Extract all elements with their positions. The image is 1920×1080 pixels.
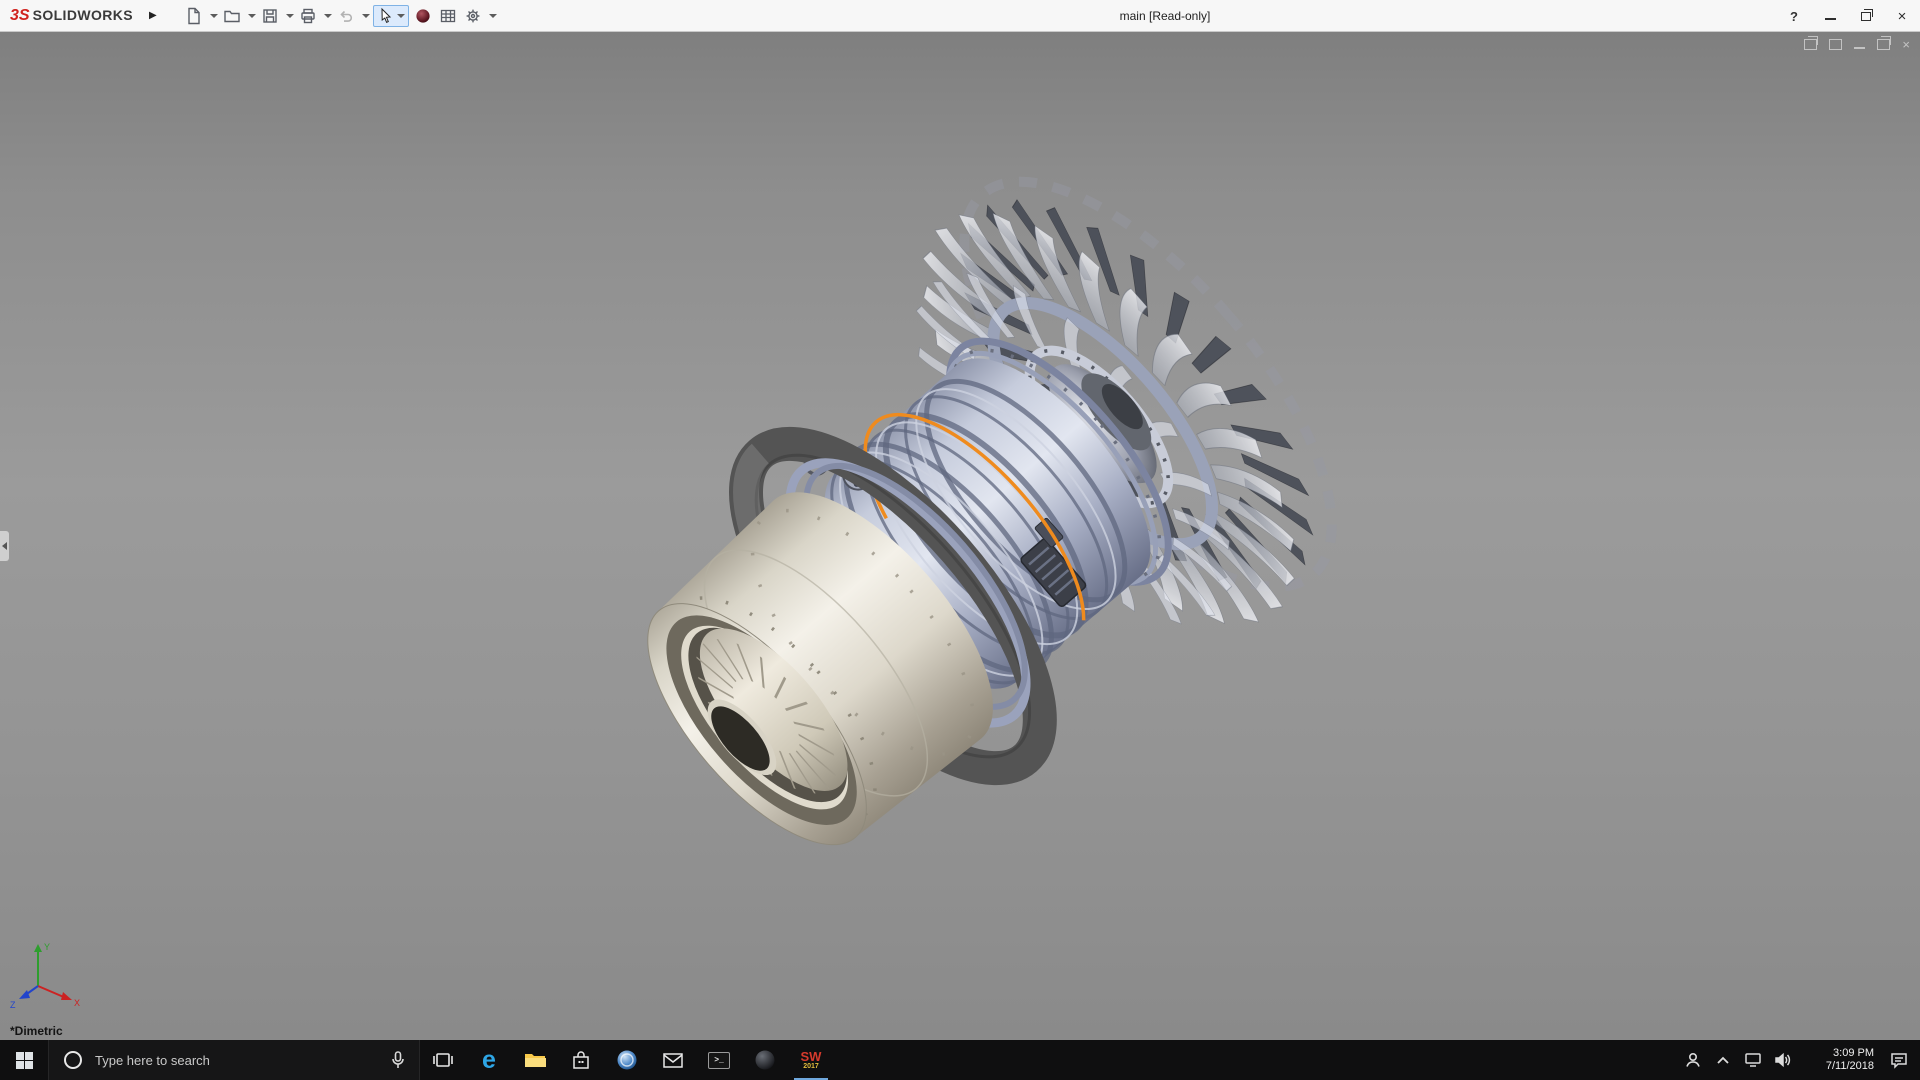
- print-button[interactable]: [297, 5, 319, 27]
- people-icon: [1684, 1051, 1702, 1069]
- minimize-button[interactable]: [1812, 0, 1848, 32]
- help-button[interactable]: ?: [1776, 0, 1812, 32]
- mail-icon: [663, 1053, 683, 1068]
- task-view-button[interactable]: [420, 1040, 466, 1080]
- network-icon: [1744, 1052, 1762, 1068]
- triad-z-label: Z: [10, 1000, 16, 1010]
- new-document-dropdown[interactable]: [210, 14, 218, 18]
- taskbar-file-explorer[interactable]: [512, 1040, 558, 1080]
- action-center-icon: [1890, 1052, 1908, 1069]
- close-button[interactable]: ×: [1884, 0, 1920, 32]
- graphics-viewport[interactable]: × Y X Z *Dimetric: [0, 32, 1920, 1040]
- taskbar-command-prompt[interactable]: >_: [696, 1040, 742, 1080]
- browser-ball-icon: [616, 1049, 638, 1071]
- volume-icon: [1774, 1052, 1792, 1068]
- taskbar-solidworks-2017[interactable]: SW 2017: [788, 1040, 834, 1080]
- action-center-button[interactable]: [1878, 1040, 1920, 1080]
- save-dropdown[interactable]: [286, 14, 294, 18]
- view-orientation-label: *Dimetric: [10, 1024, 63, 1038]
- dassault-logo-icon: 3S: [10, 7, 30, 25]
- doc-restore-icon[interactable]: [1877, 39, 1890, 50]
- select-tool-dropdown[interactable]: [397, 14, 405, 18]
- solidworks-logo: 3S SOLIDWORKS: [10, 7, 133, 25]
- volume-button[interactable]: [1768, 1040, 1798, 1080]
- document-window-controls: ×: [1804, 38, 1910, 51]
- system-tray: 3:09 PM 7/11/2018: [1678, 1040, 1920, 1080]
- undo-dropdown[interactable]: [362, 14, 370, 18]
- doc-close-icon[interactable]: ×: [1902, 38, 1910, 51]
- file-explorer-icon: [524, 1051, 546, 1069]
- new-document-button[interactable]: [183, 5, 205, 27]
- search-input[interactable]: Type here to search: [95, 1053, 379, 1068]
- windows-logo-icon: [16, 1052, 33, 1069]
- hidden-icons-button[interactable]: [1708, 1040, 1738, 1080]
- open-dropdown[interactable]: [248, 14, 256, 18]
- new-window-icon[interactable]: [1804, 39, 1817, 50]
- task-view-icon: [433, 1052, 453, 1068]
- taskbar-search[interactable]: Type here to search: [48, 1040, 420, 1080]
- store-icon: [572, 1051, 590, 1070]
- triad-x-label: X: [74, 998, 80, 1008]
- appearance-sphere-button[interactable]: [412, 5, 434, 27]
- taskbar-clock[interactable]: 3:09 PM 7/11/2018: [1798, 1040, 1878, 1080]
- clock-time: 3:09 PM: [1798, 1047, 1874, 1060]
- taskbar-mail[interactable]: [650, 1040, 696, 1080]
- chevron-up-icon: [1716, 1055, 1730, 1065]
- microphone-icon[interactable]: [391, 1051, 405, 1069]
- undo-button[interactable]: [335, 5, 357, 27]
- open-button[interactable]: [221, 5, 243, 27]
- triad-y-label: Y: [44, 942, 50, 952]
- window-controls: ? ×: [1776, 0, 1920, 32]
- start-button[interactable]: [0, 1040, 48, 1080]
- windows-taskbar: Type here to search e: [0, 1040, 1920, 1080]
- window-title: main [Read-only]: [1120, 0, 1211, 32]
- edge-icon: e: [482, 1048, 496, 1073]
- options-dropdown[interactable]: [489, 14, 497, 18]
- logo-wordmark: SOLIDWORKS: [33, 7, 133, 23]
- titlebar: 3S SOLIDWORKS ▶: [0, 0, 1920, 32]
- jet-engine-model[interactable]: [542, 122, 1396, 959]
- dark-sphere-icon: [754, 1049, 776, 1071]
- taskbar-dark-sphere-app[interactable]: [742, 1040, 788, 1080]
- restore-button[interactable]: [1848, 0, 1884, 32]
- taskbar-edge[interactable]: e: [466, 1040, 512, 1080]
- design-table-button[interactable]: [437, 5, 459, 27]
- clock-date: 7/11/2018: [1798, 1060, 1874, 1073]
- model-canvas[interactable]: [0, 32, 1920, 1040]
- taskbar-store[interactable]: [558, 1040, 604, 1080]
- cortana-icon: [63, 1050, 83, 1070]
- network-button[interactable]: [1738, 1040, 1768, 1080]
- print-dropdown[interactable]: [324, 14, 332, 18]
- options-gear-button[interactable]: [462, 5, 484, 27]
- feature-tree-collapse-tab[interactable]: [0, 530, 10, 562]
- orientation-triad: Y X Z: [6, 934, 90, 1012]
- people-button[interactable]: [1678, 1040, 1708, 1080]
- tile-window-icon[interactable]: [1829, 39, 1842, 50]
- expand-menu-arrow-icon[interactable]: ▶: [149, 10, 157, 21]
- select-tool-button[interactable]: [373, 5, 409, 27]
- command-prompt-icon: >_: [708, 1052, 730, 1069]
- save-button[interactable]: [259, 5, 281, 27]
- taskbar-browser-ball[interactable]: [604, 1040, 650, 1080]
- main-toolbar: [183, 5, 497, 27]
- solidworks-app-icon: SW: [801, 1051, 822, 1063]
- doc-minimize-icon[interactable]: [1854, 47, 1865, 49]
